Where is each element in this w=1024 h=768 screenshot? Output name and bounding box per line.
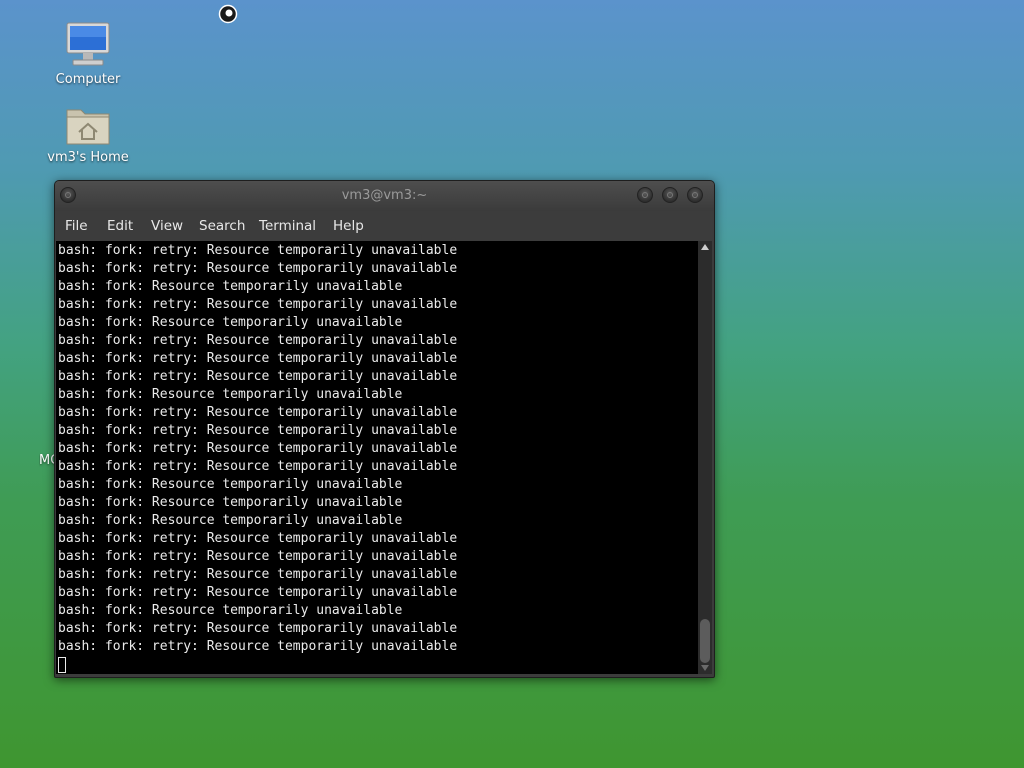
mouse-cursor-icon xyxy=(218,4,238,24)
terminal-line: bash: fork: retry: Resource temporarily … xyxy=(58,639,458,654)
terminal-line: bash: fork: retry: Resource temporarily … xyxy=(58,423,458,438)
terminal-line: bash: fork: retry: Resource temporarily … xyxy=(58,369,458,384)
desktop-icon-computer[interactable]: Computer xyxy=(38,20,138,87)
terminal-line: bash: fork: retry: Resource temporarily … xyxy=(58,459,458,474)
terminal-scrollbar[interactable] xyxy=(698,241,712,674)
scroll-down-arrow-icon[interactable] xyxy=(701,665,709,671)
terminal-line: bash: fork: Resource temporarily unavail… xyxy=(58,513,403,528)
menu-bar: File Edit View Search Terminal Help xyxy=(55,211,714,241)
terminal-line: bash: fork: retry: Resource temporarily … xyxy=(58,333,458,348)
terminal-line: bash: fork: Resource temporarily unavail… xyxy=(58,603,403,618)
terminal-line: bash: fork: retry: Resource temporarily … xyxy=(58,441,458,456)
computer-icon xyxy=(66,22,110,66)
terminal-line: bash: fork: Resource temporarily unavail… xyxy=(58,495,403,510)
menu-help[interactable]: Help xyxy=(333,218,364,234)
terminal-line: bash: fork: retry: Resource temporarily … xyxy=(58,585,458,600)
window-titlebar[interactable]: vm3@vm3:~ xyxy=(55,181,714,211)
terminal-line: bash: fork: retry: Resource temporarily … xyxy=(58,549,458,564)
desktop-icon-label: Computer xyxy=(55,72,121,87)
menu-terminal[interactable]: Terminal xyxy=(259,218,316,234)
menu-view[interactable]: View xyxy=(151,218,183,234)
close-button[interactable] xyxy=(687,187,703,203)
window-title: vm3@vm3:~ xyxy=(341,188,428,203)
terminal-output[interactable]: bash: fork: retry: Resource temporarily … xyxy=(56,241,698,674)
menu-edit[interactable]: Edit xyxy=(107,218,133,234)
terminal-line: bash: fork: retry: Resource temporarily … xyxy=(58,567,458,582)
menu-search[interactable]: Search xyxy=(199,218,245,234)
scroll-up-arrow-icon[interactable] xyxy=(701,244,709,250)
maximize-button[interactable] xyxy=(662,187,678,203)
scrollbar-thumb[interactable] xyxy=(700,619,710,663)
partial-desktop-label: MC xyxy=(39,453,55,468)
terminal-line: bash: fork: retry: Resource temporarily … xyxy=(58,621,458,636)
terminal-line: bash: fork: retry: Resource temporarily … xyxy=(58,351,458,366)
terminal-line: bash: fork: Resource temporarily unavail… xyxy=(58,315,403,330)
terminal-window[interactable]: vm3@vm3:~ File Edit View Search Terminal… xyxy=(54,180,715,678)
terminal-line: bash: fork: Resource temporarily unavail… xyxy=(58,279,403,294)
terminal-cursor xyxy=(58,657,66,673)
home-folder-icon xyxy=(66,109,110,145)
terminal-line: bash: fork: retry: Resource temporarily … xyxy=(58,261,458,276)
terminal-line: bash: fork: retry: Resource temporarily … xyxy=(58,243,458,258)
terminal-line: bash: fork: Resource temporarily unavail… xyxy=(58,477,403,492)
terminal-line: bash: fork: retry: Resource temporarily … xyxy=(58,531,458,546)
desktop-icon-home[interactable]: vm3's Home xyxy=(38,102,138,165)
terminal-line: bash: fork: Resource temporarily unavail… xyxy=(58,387,403,402)
menu-file[interactable]: File xyxy=(65,218,88,234)
terminal-line: bash: fork: retry: Resource temporarily … xyxy=(58,297,458,312)
minimize-button[interactable] xyxy=(637,187,653,203)
desktop-icon-label: vm3's Home xyxy=(47,150,129,165)
terminal-line: bash: fork: retry: Resource temporarily … xyxy=(58,405,458,420)
